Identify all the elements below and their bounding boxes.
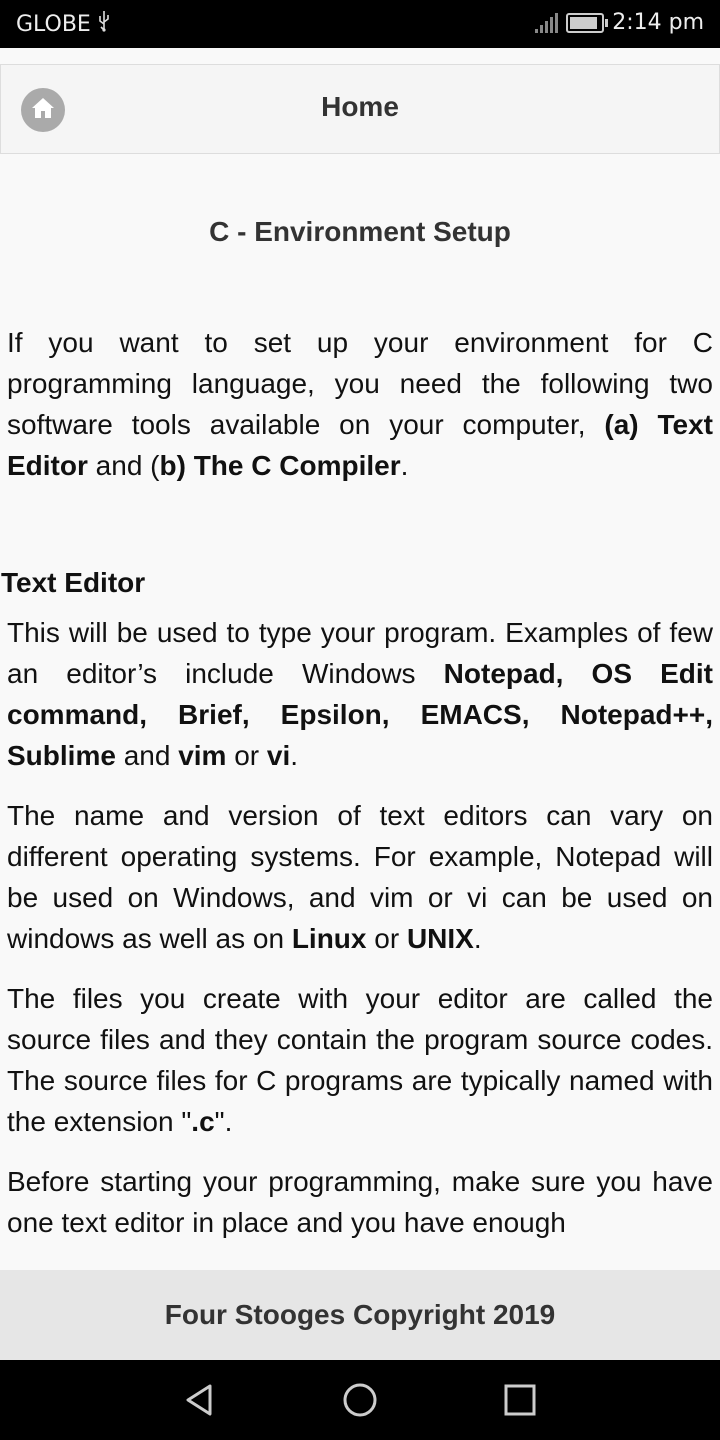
back-triangle-icon (180, 1384, 220, 1424)
status-right: 2:14 pm (535, 10, 704, 35)
battery-fill (570, 16, 598, 29)
nav-home-button[interactable] (340, 1380, 380, 1420)
paragraph-source-files: The files you create with your editor ar… (7, 983, 713, 1137)
system-nav-bar (0, 1360, 720, 1440)
usb-icon (97, 10, 111, 38)
article-title: C - Environment Setup (209, 216, 511, 247)
section-heading-text-editor: Text Editor (1, 567, 146, 598)
header-title: Home (321, 91, 399, 122)
status-left: GLOBE (16, 10, 111, 38)
article-content[interactable]: C - Environment Setup If you want to set… (0, 154, 720, 1270)
paragraph-versions: The name and version of text editors can… (7, 800, 713, 954)
copyright-footer: Four Stooges Copyright 2019 (0, 1270, 720, 1360)
clock-time: 2:14 pm (612, 10, 704, 35)
recents-button[interactable] (500, 1380, 540, 1420)
home-circle-icon (340, 1383, 380, 1424)
recents-square-icon (500, 1384, 540, 1424)
signal-icon (535, 12, 559, 33)
paragraph-before-starting: Before starting your programming, make s… (7, 1166, 713, 1238)
carrier-label: GLOBE (16, 11, 91, 37)
battery-icon (566, 12, 609, 33)
status-bar: GLOBE 2:14 pm (0, 0, 720, 48)
back-button[interactable] (180, 1380, 220, 1420)
app-header: Home (0, 64, 720, 154)
paragraph-editors: This will be used to type your program. … (7, 617, 713, 771)
intro-paragraph: If you want to set up your environment f… (7, 327, 713, 481)
